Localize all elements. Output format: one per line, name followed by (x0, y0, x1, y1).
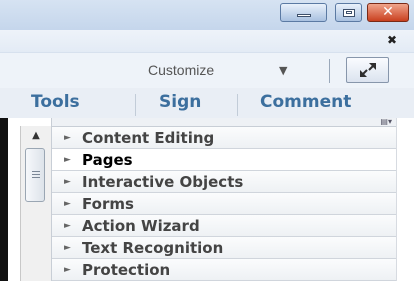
expand-button[interactable] (346, 57, 389, 83)
list-item-forms[interactable]: ► Forms (52, 193, 397, 215)
scrollbar-thumb[interactable] (25, 148, 45, 202)
expand-arrow-icon: ► (64, 133, 71, 143)
list-item-interactive-objects[interactable]: ► Interactive Objects (52, 171, 397, 193)
minimize-button[interactable] (280, 3, 327, 22)
tab-comment[interactable]: Comment (260, 92, 351, 112)
expand-arrow-icon: ► (64, 243, 71, 253)
list-item-label: Content Editing (82, 129, 215, 147)
document-scrollbar[interactable]: ▲ (20, 126, 52, 281)
tools-panel: ▲ ▤▾ ► Content Editing ► Pages ► Interac… (0, 117, 414, 281)
pane-tabs: Tools Sign Comment (0, 88, 414, 118)
minimize-icon (297, 14, 311, 17)
panel-options-icon[interactable]: ▤▾ (380, 117, 392, 126)
expand-arrow-icon: ► (64, 199, 71, 209)
list-item-pages[interactable]: ► Pages (52, 149, 397, 171)
chevron-down-icon[interactable]: ▼ (279, 64, 287, 77)
tab-divider (135, 94, 136, 116)
customize-dropdown[interactable]: Customize (148, 62, 214, 78)
expand-arrow-icon: ► (64, 177, 71, 187)
grip-line (32, 171, 40, 172)
list-item-text-recognition[interactable]: ► Text Recognition (52, 237, 397, 259)
expand-arrow-icon: ► (64, 155, 71, 165)
close-window-button[interactable]: ✕ (367, 3, 409, 22)
expand-arrow-icon: ► (64, 221, 71, 231)
maximize-icon (343, 9, 355, 17)
list-item-label: Protection (82, 261, 171, 279)
list-header: ▤▾ (52, 117, 397, 127)
list-item-content-editing[interactable]: ► Content Editing (52, 127, 397, 149)
maximize-button[interactable] (335, 3, 362, 22)
grip-line (32, 174, 40, 175)
list-item-protection[interactable]: ► Protection (52, 259, 397, 281)
list-item-label: Text Recognition (82, 239, 224, 257)
list-item-label: Action Wizard (82, 217, 200, 235)
panel-close-row: ✖ (0, 30, 414, 52)
close-icon: ✕ (382, 4, 394, 20)
tab-tools[interactable]: Tools (31, 92, 80, 112)
customize-toolbar: Customize ▼ (0, 52, 414, 90)
scroll-up-icon[interactable]: ▲ (21, 130, 51, 141)
toolbar-divider (329, 59, 330, 83)
panel-scrollbar[interactable] (396, 118, 414, 281)
tab-divider (237, 94, 238, 116)
panel-edge (0, 118, 8, 281)
expand-icon (360, 63, 376, 77)
expand-arrow-icon: ► (64, 265, 71, 275)
list-item-action-wizard[interactable]: ► Action Wizard (52, 215, 397, 237)
tool-sets-list: ▤▾ ► Content Editing ► Pages ► Interacti… (51, 117, 397, 281)
title-bar: ✕ (0, 0, 414, 30)
grip-line (32, 177, 40, 178)
list-item-label: Pages (82, 151, 133, 169)
list-item-label: Interactive Objects (82, 173, 244, 191)
list-item-label: Forms (82, 195, 134, 213)
tab-sign[interactable]: Sign (159, 92, 201, 112)
close-panel-icon[interactable]: ✖ (387, 33, 397, 47)
